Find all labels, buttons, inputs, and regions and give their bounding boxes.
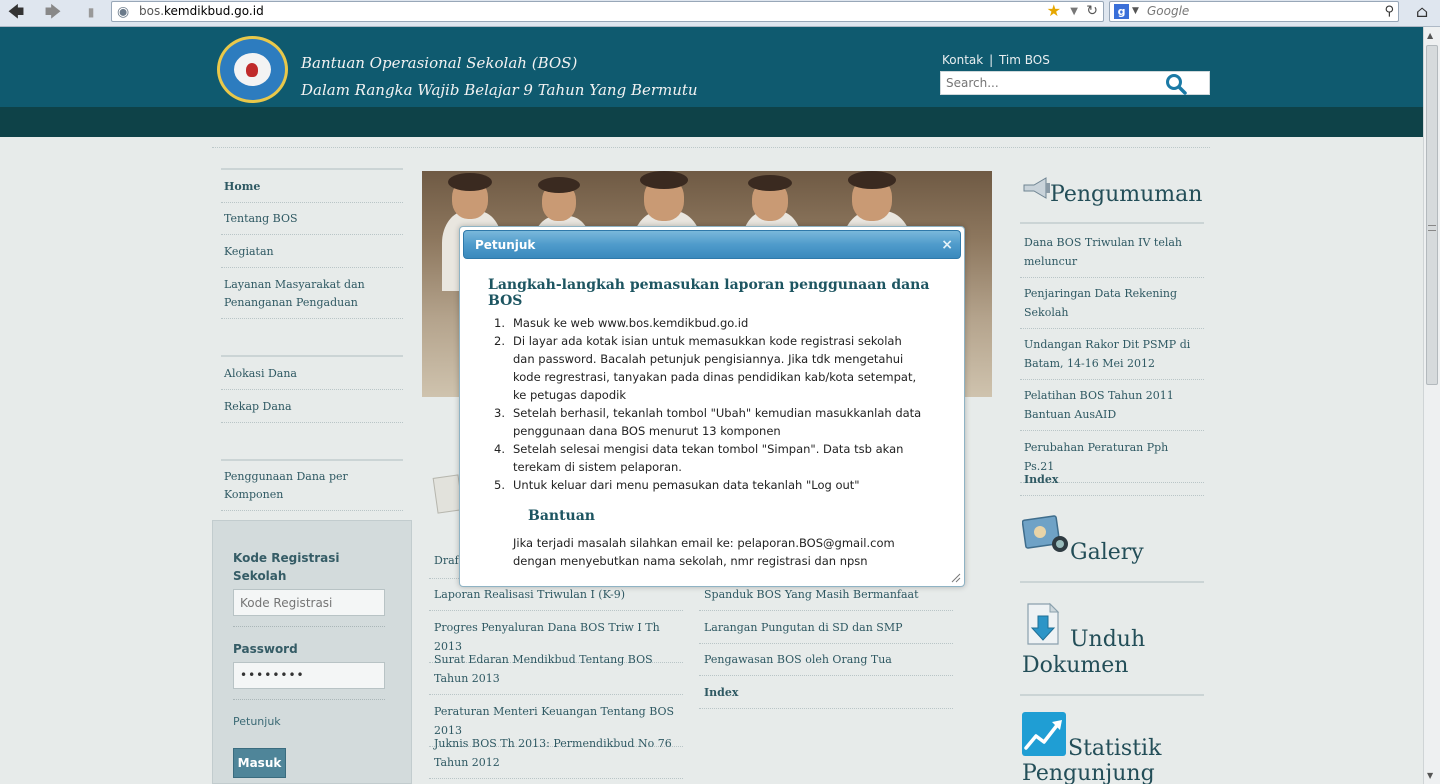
gallery-rule: [1020, 581, 1204, 583]
top-links: Kontak | Tim BOS: [942, 53, 1050, 67]
announcement-item[interactable]: Dana BOS Triwulan IV telah meluncur: [1020, 233, 1204, 278]
vertical-scrollbar[interactable]: ▲ ▼: [1423, 27, 1440, 784]
login-submit-button[interactable]: Masuk: [233, 748, 286, 778]
site-title-line2: Dalam Rangka Wajib Belajar 9 Tahun Yang …: [301, 81, 698, 99]
home-icon[interactable]: ⌂: [1410, 2, 1434, 22]
news-item[interactable]: Larangan Pungutan di SD dan SMP: [699, 618, 953, 644]
dialog-titlebar[interactable]: Petunjuk ×: [463, 230, 961, 259]
news-item[interactable]: Juknis BOS Th 2013: Permendikbud No 76 T…: [429, 734, 683, 779]
news-index-link[interactable]: Index: [699, 683, 953, 709]
statistics-heading-line2[interactable]: Pengunjung: [1022, 761, 1155, 784]
google-icon[interactable]: g: [1114, 4, 1129, 19]
scroll-down-icon[interactable]: ▼: [1427, 771, 1433, 780]
statistics-heading-line1[interactable]: Statistik: [1068, 736, 1161, 761]
search-icon[interactable]: ⚲: [1384, 2, 1394, 21]
download-rule: [1020, 694, 1204, 696]
announcements-index-link[interactable]: Index: [1020, 470, 1204, 496]
announcements-heading: Pengumuman: [1050, 182, 1203, 207]
instruction-step: 2. Di layar ada kotak isian untuk memasuk…: [494, 334, 917, 402]
site-title: Bantuan Operasional Sekolah (BOS) Dalam …: [301, 50, 698, 104]
login-box: Kode Registrasi Sekolah Password •••••••…: [212, 520, 412, 784]
download-heading-line1[interactable]: Unduh: [1070, 627, 1145, 652]
logo-flame: [246, 63, 258, 77]
site-search: [940, 71, 1210, 95]
content-top-rule: [212, 147, 1210, 148]
download-document-icon[interactable]: [1024, 602, 1066, 646]
nav-item-alokasi-dana[interactable]: Alokasi Dana: [221, 365, 403, 390]
help-text: Jika terjadi masalah silahkan email ke: …: [513, 536, 895, 568]
help-heading: Bantuan: [528, 508, 595, 524]
address-bar[interactable]: ◉ bos.kemdikbud.go.id ★ ▼ ↻: [111, 1, 1104, 22]
instruction-steps: 1. Masuk ke web www.bos.kemdikbud.go.id 2…: [494, 314, 924, 494]
close-icon[interactable]: ×: [941, 231, 953, 259]
password-input[interactable]: ••••••••: [233, 662, 385, 689]
petunjuk-dialog: Petunjuk × Langkah-langkah pemasukan lap…: [459, 226, 965, 587]
contact-link[interactable]: Kontak: [942, 53, 983, 67]
address-url: bos.kemdikbud.go.id: [139, 4, 264, 18]
browser-search-placeholder: Google: [1147, 4, 1190, 18]
nav-item-rekap-dana[interactable]: Rekap Dana: [221, 398, 403, 423]
scrollbar-thumb[interactable]: [1426, 45, 1438, 385]
signal-icon: ▮: [87, 5, 95, 19]
download-heading-line2[interactable]: Dokumen: [1022, 653, 1128, 678]
globe-icon: ◉: [117, 4, 130, 20]
announcement-item[interactable]: Pelatihan BOS Tahun 2011 Bantuan AusAID: [1020, 386, 1204, 431]
registration-code-input[interactable]: [233, 589, 385, 616]
history-dropdown-icon[interactable]: ▼: [1070, 2, 1078, 21]
resize-grip-icon[interactable]: [950, 572, 961, 583]
password-label: Password: [233, 642, 298, 656]
instruction-step: 1. Masuk ke web www.bos.kemdikbud.go.id: [494, 316, 749, 330]
instruction-step: 5. Untuk keluar dari menu pemasukan data …: [494, 478, 860, 492]
header-nav-band: [0, 107, 1423, 137]
site-search-input[interactable]: [941, 72, 1156, 94]
nav-item-layanan[interactable]: Layanan Masyarakat dan Penanganan Pengad…: [221, 276, 381, 312]
search-icon[interactable]: [1163, 73, 1189, 95]
nav-divider: [221, 318, 403, 319]
scroll-grip-icon: [1428, 225, 1436, 231]
news-item[interactable]: Surat Edaran Mendikbud Tentang BOS Tahun…: [429, 650, 683, 695]
bookmark-star-icon[interactable]: ★: [1047, 1, 1061, 20]
petunjuk-link[interactable]: Petunjuk: [233, 715, 281, 728]
nav-section-rule-2: [221, 459, 403, 461]
news-item[interactable]: Laporan Realisasi Triwulan I (K-9): [429, 585, 683, 611]
nav-item-tentang-bos[interactable]: Tentang BOS: [221, 210, 403, 235]
forward-arrow-icon[interactable]: 🡆: [42, 2, 64, 22]
megaphone-icon: [1023, 177, 1050, 199]
reload-icon[interactable]: ↻: [1086, 2, 1098, 21]
engine-dropdown-icon[interactable]: ▼: [1132, 2, 1139, 21]
announcement-item[interactable]: Penjaringan Data Rekening Sekolah: [1020, 284, 1204, 329]
kemdikbud-logo[interactable]: [217, 36, 288, 103]
nav-top-rule: [221, 168, 403, 170]
announcement-item[interactable]: Undangan Rakor Dit PSMP di Batam, 14-16 …: [1020, 335, 1204, 380]
announcements-rule: [1020, 222, 1204, 224]
login-divider-2: [233, 699, 385, 700]
gallery-icon[interactable]: [1022, 514, 1070, 560]
gallery-heading[interactable]: Galery: [1070, 540, 1144, 565]
site-title-line1: Bantuan Operasional Sekolah (BOS): [301, 54, 578, 72]
dialog-title: Petunjuk: [475, 238, 536, 252]
site-header: [0, 27, 1423, 107]
browser-search-box[interactable]: g ▼ Google ⚲: [1109, 1, 1399, 22]
team-link[interactable]: Tim BOS: [999, 53, 1050, 67]
nav-item-home[interactable]: Home: [221, 178, 403, 203]
back-arrow-icon[interactable]: 🡄: [5, 2, 27, 22]
instruction-step: 3. Setelah berhasil, tekanlah tombol "Uba…: [494, 406, 922, 438]
browser-toolbar: 🡄 🡆 ▮ ◉ bos.kemdikbud.go.id ★ ▼ ↻ g ▼ Go…: [0, 0, 1440, 27]
nav-item-kegiatan[interactable]: Kegiatan: [221, 243, 403, 268]
dialog-heading: Langkah-langkah pemasukan laporan penggu…: [488, 277, 930, 309]
registration-code-label: Kode Registrasi Sekolah: [233, 551, 340, 583]
news-item[interactable]: Pengawasan BOS oleh Orang Tua: [699, 650, 953, 676]
nav-section-rule: [221, 355, 403, 357]
nav-item-penggunaan-dana[interactable]: Penggunaan Dana per Komponen: [221, 468, 403, 511]
instruction-step: 4. Setelah selesai mengisi data tekan tom…: [494, 442, 904, 474]
scroll-up-icon[interactable]: ▲: [1427, 31, 1433, 40]
news-item[interactable]: Spanduk BOS Yang Masih Bermanfaat: [699, 585, 953, 611]
login-divider: [233, 626, 385, 627]
statistics-chart-icon[interactable]: [1022, 712, 1066, 756]
link-separator: |: [989, 53, 994, 67]
